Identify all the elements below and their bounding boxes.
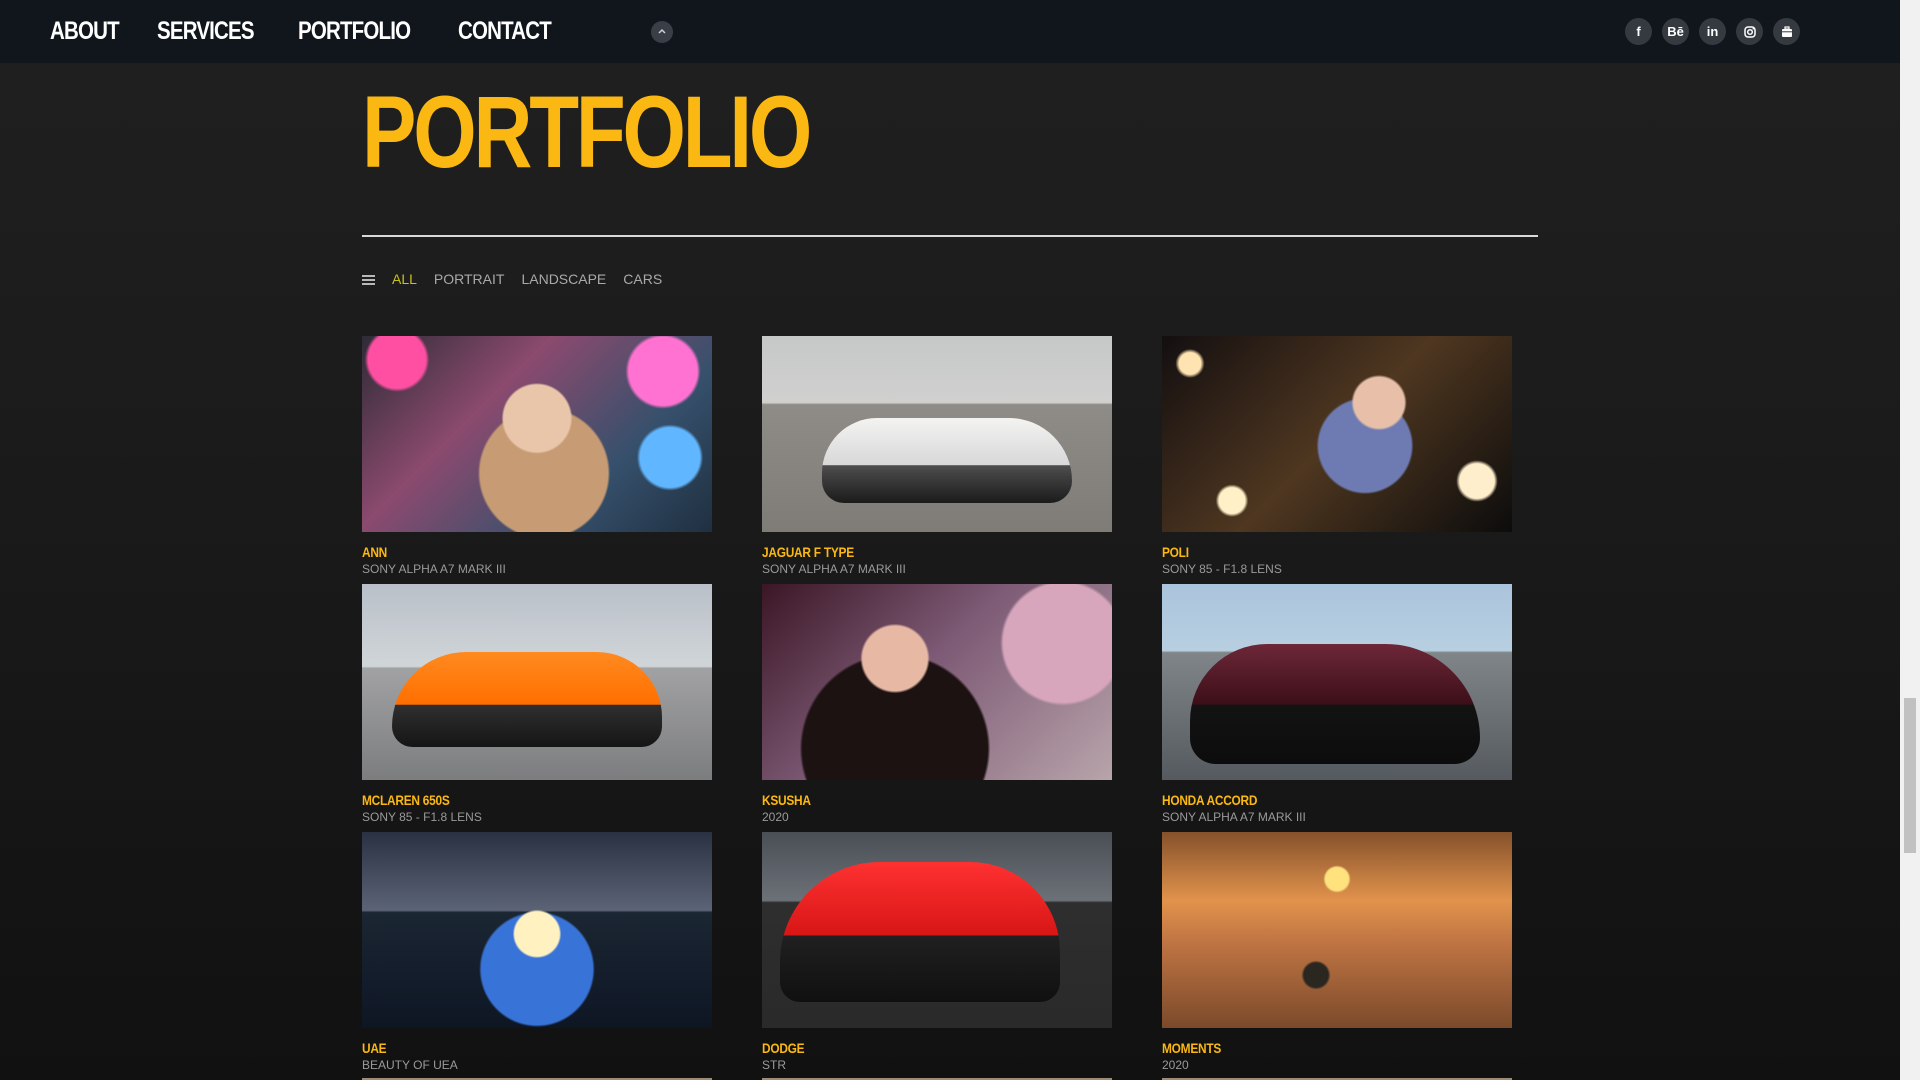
social-links: f Bē in <box>1625 18 1850 45</box>
portfolio-image[interactable] <box>762 584 1112 780</box>
item-subtitle: SONY 85 - F1.8 LENS <box>362 810 482 824</box>
behance-button[interactable]: Bē <box>1662 18 1689 45</box>
nav-services[interactable]: SERVICES <box>157 17 255 46</box>
item-title: KSUSHA <box>762 792 811 808</box>
item-title: UAE <box>362 1040 387 1056</box>
nav-contact[interactable]: CONTACT <box>458 17 552 46</box>
item-subtitle: SONY ALPHA A7 MARK III <box>362 562 506 576</box>
item-subtitle: STR <box>762 1058 786 1072</box>
gallery-item-poli[interactable]: POLI SONY 85 - F1.8 LENS <box>1162 336 1512 584</box>
instagram-icon <box>1743 25 1756 38</box>
briefcase-icon <box>1781 25 1792 37</box>
linkedin-icon: in <box>1706 24 1719 39</box>
portfolio-image[interactable] <box>762 832 1112 1028</box>
menu-icon <box>362 274 375 285</box>
nav-portfolio[interactable]: PORTFOLIO <box>298 17 411 46</box>
portfolio-page: ABOUT SERVICES PORTFOLIO CONTACT f Bē in <box>0 0 1920 1080</box>
item-title: HONDA ACCORD <box>1162 792 1258 808</box>
hamburger-icon <box>362 274 375 285</box>
portfolio-content: PORTFOLIO ALL PORTRAIT LANDSCAPE CARS AN… <box>362 63 1538 1072</box>
portfolio-image[interactable] <box>1162 336 1512 532</box>
item-title: JAGUAR F TYPE <box>762 544 854 560</box>
behance-icon: Bē <box>1667 24 1684 39</box>
filter-portrait[interactable]: PORTRAIT <box>434 271 505 287</box>
item-subtitle: SONY ALPHA A7 MARK III <box>1162 810 1306 824</box>
filter-cars[interactable]: CARS <box>623 271 662 287</box>
gallery-item-mclaren-650s[interactable]: MCLAREN 650S SONY 85 - F1.8 LENS <box>362 584 712 832</box>
title-divider <box>362 235 1538 237</box>
gallery-item-honda-accord[interactable]: HONDA ACCORD SONY ALPHA A7 MARK III <box>1162 584 1512 832</box>
portfolio-image[interactable] <box>362 336 712 532</box>
item-title: POLI <box>1162 544 1189 560</box>
gallery-item-uae[interactable]: UAE BEAUTY OF UEA <box>362 832 712 1080</box>
filter-landscape[interactable]: LANDSCAPE <box>521 271 606 287</box>
item-title: MOMENTS <box>1162 1040 1222 1056</box>
gallery-item-ann[interactable]: ANN SONY ALPHA A7 MARK III <box>362 336 712 584</box>
portfolio-image[interactable] <box>362 584 712 780</box>
item-subtitle: 2020 <box>762 810 789 824</box>
linkedin-button[interactable]: in <box>1699 18 1726 45</box>
portfolio-grid: ANN SONY ALPHA A7 MARK III JAGUAR F TYPE… <box>362 336 1538 1080</box>
item-subtitle: SONY ALPHA A7 MARK III <box>762 562 906 576</box>
item-subtitle: 2020 <box>1162 1058 1189 1072</box>
gallery-item-dodge[interactable]: DODGE STR <box>762 832 1112 1080</box>
item-title: ANN <box>362 544 388 560</box>
portfolio-image[interactable] <box>1162 584 1512 780</box>
page-title: PORTFOLIO <box>362 75 812 189</box>
filter-all[interactable]: ALL <box>392 271 417 287</box>
chevron-up-icon <box>658 28 666 34</box>
main-menu: ABOUT SERVICES PORTFOLIO CONTACT <box>50 17 674 46</box>
gallery-item-jaguar-f-type[interactable]: JAGUAR F TYPE SONY ALPHA A7 MARK III <box>762 336 1112 584</box>
item-subtitle: SONY 85 - F1.8 LENS <box>1162 562 1282 576</box>
item-title: MCLAREN 650S <box>362 792 450 808</box>
instagram-button[interactable] <box>1736 18 1763 45</box>
scroll-up-button[interactable] <box>651 20 674 43</box>
portfolio-image[interactable] <box>362 832 712 1028</box>
gallery-item-ksusha[interactable]: KSUSHA 2020 <box>762 584 1112 832</box>
portfolio-filters: ALL PORTRAIT LANDSCAPE CARS <box>362 271 662 287</box>
facebook-button[interactable]: f <box>1625 18 1652 45</box>
top-navigation: ABOUT SERVICES PORTFOLIO CONTACT f Bē in <box>0 0 1900 63</box>
portfolio-image[interactable] <box>1162 832 1512 1028</box>
vertical-scrollbar[interactable] <box>1900 0 1920 1080</box>
item-title: DODGE <box>762 1040 805 1056</box>
briefcase-button[interactable] <box>1773 18 1800 45</box>
portfolio-image[interactable] <box>762 336 1112 532</box>
scrollbar-thumb[interactable] <box>1904 698 1916 853</box>
facebook-icon: f <box>1636 24 1641 39</box>
item-subtitle: BEAUTY OF UEA <box>362 1058 458 1072</box>
nav-about[interactable]: ABOUT <box>50 17 120 46</box>
gallery-item-moments[interactable]: MOMENTS 2020 <box>1162 832 1512 1080</box>
